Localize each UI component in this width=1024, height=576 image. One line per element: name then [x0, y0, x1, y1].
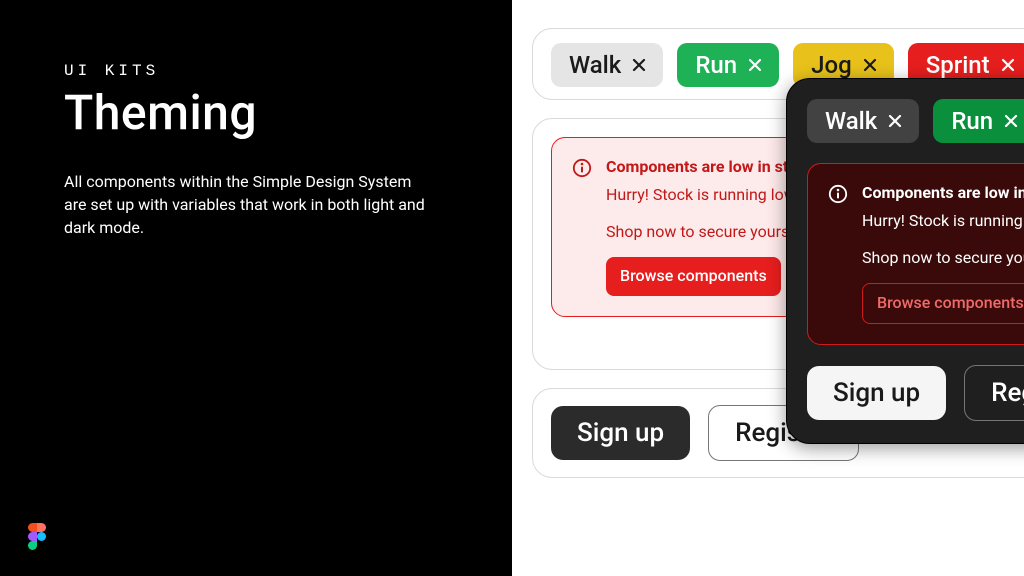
- browse-components-button[interactable]: Browse components: [862, 283, 1024, 323]
- info-panel: UI KITS Theming All components within th…: [0, 0, 512, 576]
- page-description: All components within the Simple Design …: [64, 170, 434, 240]
- alert-box: Components are low in stock Hurry! Stock…: [807, 163, 1024, 345]
- showcase-area: Walk Run Jog Sprint: [512, 0, 1024, 576]
- dark-buttons-card: Sign up Register: [807, 365, 1024, 421]
- page-title: Theming: [64, 84, 257, 141]
- signup-button[interactable]: Sign up: [551, 406, 690, 460]
- alert-line2: Shop now to secure yours while you still…: [862, 247, 1024, 269]
- info-icon: [828, 184, 848, 204]
- browse-components-button[interactable]: Browse components: [606, 257, 781, 295]
- chip-label: Jog: [811, 51, 852, 79]
- close-icon[interactable]: [862, 57, 878, 73]
- info-icon: [572, 158, 592, 178]
- dark-tags-card: Walk Run: [807, 99, 1024, 143]
- chip-run[interactable]: Run: [933, 99, 1024, 143]
- chip-label: Walk: [825, 107, 877, 135]
- close-icon[interactable]: [747, 57, 763, 73]
- register-button[interactable]: Register: [964, 365, 1024, 421]
- chip-label: Walk: [569, 51, 621, 79]
- close-icon[interactable]: [1000, 57, 1016, 73]
- chip-label: Sprint: [926, 51, 990, 79]
- alert-line1: Hurry! Stock is running low — get your h…: [862, 210, 1024, 232]
- eyebrow-label: UI KITS: [64, 62, 159, 80]
- chip-walk[interactable]: Walk: [807, 99, 919, 143]
- dark-alert-card: Components are low in stock Hurry! Stock…: [807, 163, 1024, 345]
- close-icon[interactable]: [1003, 113, 1019, 129]
- signup-button[interactable]: Sign up: [807, 366, 946, 420]
- chip-walk[interactable]: Walk: [551, 43, 663, 87]
- dark-theme-preview: Walk Run: [786, 78, 1024, 444]
- close-icon[interactable]: [631, 57, 647, 73]
- chip-label: Run: [695, 51, 737, 79]
- close-icon[interactable]: [887, 113, 903, 129]
- chip-label: Run: [951, 107, 993, 135]
- alert-heading: Components are low in stock: [862, 182, 1024, 204]
- figma-logo-icon: [28, 523, 46, 550]
- chip-run[interactable]: Run: [677, 43, 779, 87]
